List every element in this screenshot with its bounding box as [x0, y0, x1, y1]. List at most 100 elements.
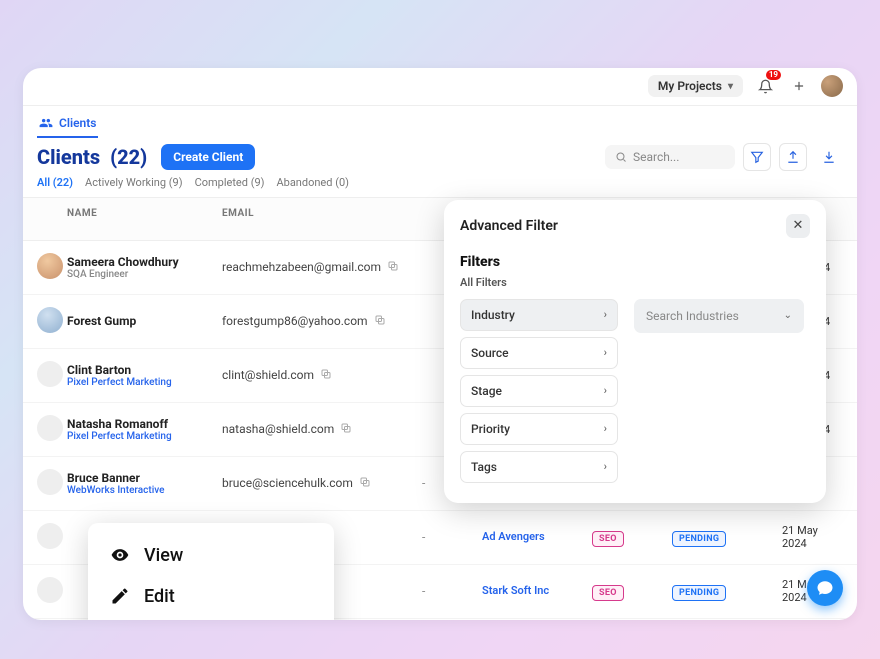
- client-company[interactable]: Stark Soft Inc: [482, 584, 592, 597]
- copy-icon[interactable]: [359, 476, 371, 491]
- copy-icon[interactable]: [340, 422, 352, 437]
- row-context-menu: View Edit Invite to portal Delete: [88, 523, 334, 620]
- search-industries-input[interactable]: Search Industries ⌄: [634, 299, 804, 333]
- chat-icon: [816, 579, 834, 597]
- tab-clients[interactable]: Clients: [37, 112, 98, 138]
- search-icon: [615, 151, 627, 163]
- search-placeholder: Search...: [633, 150, 679, 164]
- col-email: EMAIL: [222, 208, 422, 230]
- status-pill: PENDING: [672, 585, 726, 601]
- add-button[interactable]: [787, 74, 811, 98]
- create-client-button[interactable]: Create Client: [161, 144, 255, 170]
- filter-item-label: Source: [471, 346, 509, 360]
- industry-pill: SEO: [592, 585, 624, 601]
- client-email: reachmehzabeen@gmail.com: [222, 260, 381, 274]
- close-icon: ✕: [793, 218, 804, 233]
- client-avatar: [37, 415, 63, 441]
- download-button[interactable]: [815, 143, 843, 171]
- client-subtitle: Pixel Perfect Marketing: [67, 377, 222, 388]
- my-projects-label: My Projects: [658, 79, 722, 93]
- create-date: 21 May 2024: [782, 524, 843, 550]
- filter-all[interactable]: All (22): [37, 176, 73, 189]
- client-email: natasha@shield.com: [222, 422, 334, 436]
- copy-icon[interactable]: [387, 260, 399, 275]
- filter-item-stage[interactable]: Stage ›: [460, 375, 618, 407]
- copy-icon[interactable]: [374, 314, 386, 329]
- dash-cell: -: [422, 584, 482, 598]
- client-email: bruce@sciencehulk.com: [222, 476, 353, 490]
- dash-cell: -: [422, 530, 482, 544]
- chevron-right-icon: ›: [604, 384, 607, 397]
- filter-item-tags[interactable]: Tags ›: [460, 451, 618, 483]
- funnel-icon: [750, 150, 764, 164]
- chat-button[interactable]: [807, 570, 843, 606]
- tab-clients-label: Clients: [59, 116, 96, 130]
- menu-invite[interactable]: Invite to portal: [88, 617, 334, 620]
- client-avatar: [37, 307, 63, 333]
- filter-item-source[interactable]: Source ›: [460, 337, 618, 369]
- client-name: Sameera Chowdhury: [67, 255, 222, 269]
- chevron-right-icon: ›: [604, 460, 607, 473]
- filter-item-label: Tags: [471, 460, 497, 474]
- chevron-right-icon: ›: [604, 422, 607, 435]
- filter-item-priority[interactable]: Priority ›: [460, 413, 618, 445]
- col-name: NAME: [37, 208, 222, 230]
- chevron-right-icon: ›: [604, 346, 607, 359]
- chevron-down-icon: ⌄: [784, 310, 792, 321]
- client-name: Forest Gump: [67, 314, 222, 328]
- menu-view-label: View: [144, 545, 183, 566]
- page-title: Clients (22): [37, 145, 147, 169]
- client-subtitle: Pixel Perfect Marketing: [67, 431, 222, 442]
- search-input[interactable]: Search...: [605, 145, 735, 169]
- user-avatar[interactable]: [821, 75, 843, 97]
- chevron-down-icon: ▾: [728, 81, 733, 92]
- top-bar: My Projects ▾: [23, 68, 857, 106]
- client-avatar: [37, 469, 63, 495]
- client-name: Clint Barton: [67, 363, 222, 377]
- chevron-right-icon: ›: [604, 308, 607, 321]
- status-filter-tabs: All (22) Actively Working (9) Completed …: [23, 172, 857, 198]
- client-avatar: [37, 361, 63, 387]
- client-avatar: [37, 523, 63, 549]
- advanced-filter-title: Advanced Filter: [460, 218, 558, 234]
- clients-icon: [39, 116, 53, 130]
- filter-item-label: Industry: [471, 308, 515, 322]
- client-avatar: [37, 253, 63, 279]
- industry-pill: SEO: [592, 531, 624, 547]
- filter-item-label: Stage: [471, 384, 502, 398]
- notifications-bell-icon[interactable]: [753, 74, 777, 98]
- client-email: forestgump86@yahoo.com: [222, 314, 368, 328]
- menu-view[interactable]: View: [88, 535, 334, 576]
- filter-active[interactable]: Actively Working (9): [85, 176, 183, 189]
- advanced-filter-panel: Advanced Filter ✕ Filters All Filters In…: [444, 200, 826, 503]
- client-name: Natasha Romanoff: [67, 417, 222, 431]
- section-tabs: Clients: [23, 106, 857, 138]
- pencil-icon: [110, 586, 130, 606]
- my-projects-dropdown[interactable]: My Projects ▾: [648, 75, 743, 97]
- client-company[interactable]: Ad Avengers: [482, 530, 592, 543]
- client-email: clint@shield.com: [222, 368, 314, 382]
- client-name: Bruce Banner: [67, 471, 222, 485]
- upload-icon: [786, 150, 800, 164]
- page-title-count: (22): [110, 145, 147, 169]
- filter-item-label: Priority: [471, 422, 510, 436]
- export-button[interactable]: [779, 143, 807, 171]
- filter-category-list: Industry › Source › Stage › Priority › Tags ›: [460, 299, 618, 483]
- close-filter-button[interactable]: ✕: [786, 214, 810, 238]
- download-icon: [822, 150, 836, 164]
- filter-abandoned[interactable]: Abandoned (0): [276, 176, 349, 189]
- status-pill: PENDING: [672, 531, 726, 547]
- filters-heading: Filters: [460, 254, 810, 270]
- client-avatar: [37, 577, 63, 603]
- copy-icon[interactable]: [320, 368, 332, 383]
- menu-edit-label: Edit: [144, 586, 175, 607]
- filter-completed[interactable]: Completed (9): [195, 176, 265, 189]
- title-row: Clients (22) Create Client Search...: [23, 138, 857, 172]
- all-filters-label: All Filters: [460, 276, 810, 289]
- search-industries-placeholder: Search Industries: [646, 309, 739, 323]
- page-title-text: Clients: [37, 145, 100, 169]
- filter-item-industry[interactable]: Industry ›: [460, 299, 618, 331]
- filter-button[interactable]: [743, 143, 771, 171]
- client-subtitle: WebWorks Interactive: [67, 485, 222, 496]
- menu-edit[interactable]: Edit: [88, 576, 334, 617]
